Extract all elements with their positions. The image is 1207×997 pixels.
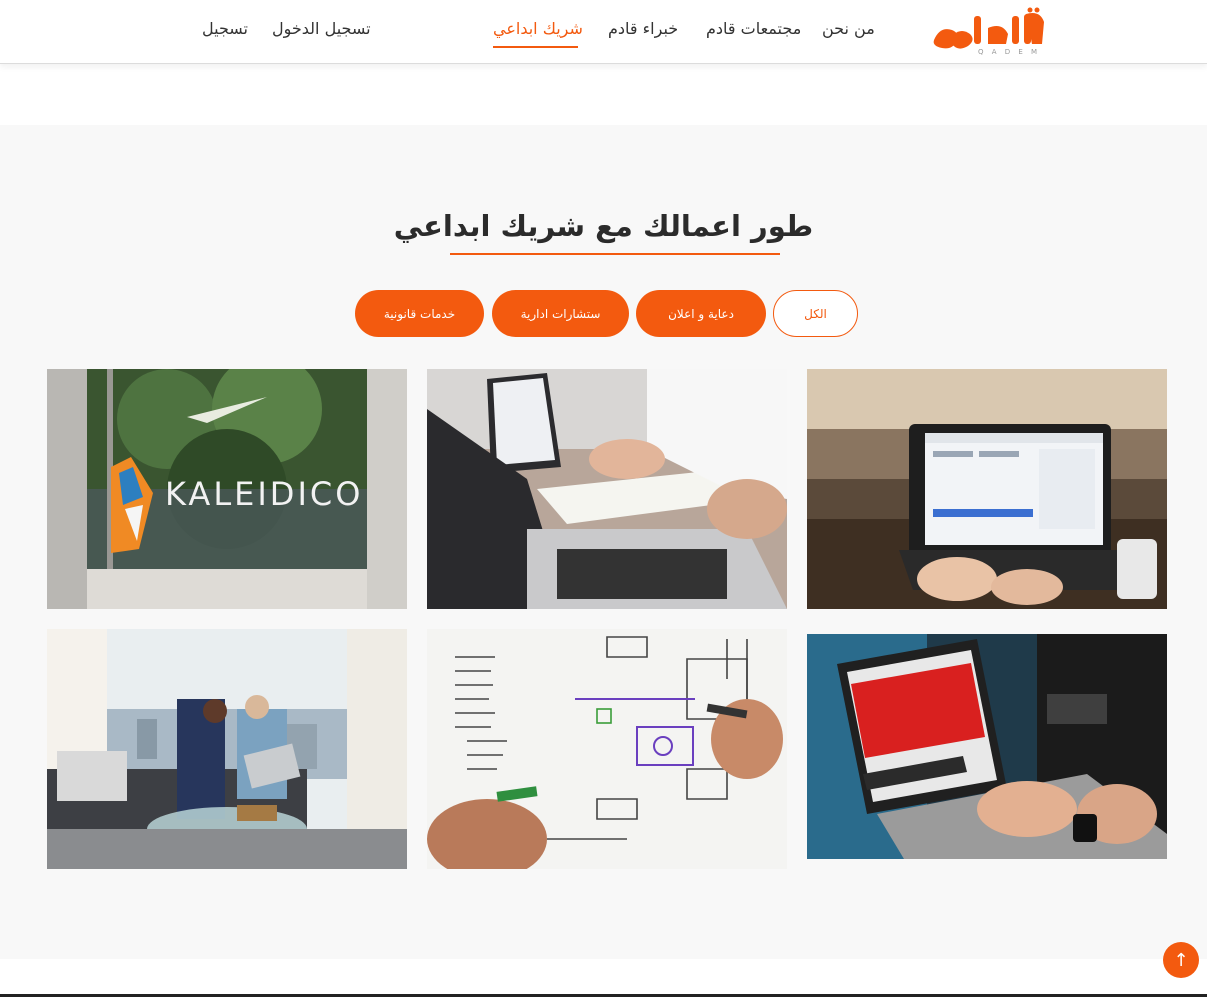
- nav-about[interactable]: من نحن: [822, 19, 875, 38]
- meeting-laptops-notes-photo: [427, 369, 787, 609]
- office-sofa-meeting-photo: [47, 629, 407, 869]
- laptop-red-website-photo: [807, 634, 1167, 859]
- kaleidico-window-sign-photo: KALEIDICO: [47, 369, 407, 609]
- portfolio-card-whiteboard[interactable]: [427, 629, 787, 869]
- register-link[interactable]: تسجيل: [202, 19, 248, 38]
- qadem-logo[interactable]: Q A D E M: [930, 6, 1048, 56]
- filter-consulting-button[interactable]: ستشارات ادارية: [492, 290, 629, 337]
- portfolio-card-office-meeting[interactable]: [47, 629, 407, 869]
- portfolio-card-kaleidico[interactable]: KALEIDICO: [47, 369, 407, 609]
- section-title: طور اعمالك مع شريك ابداعي: [393, 209, 814, 243]
- svg-text:KALEIDICO: KALEIDICO: [165, 475, 363, 513]
- filter-advertising-button[interactable]: دعاية و اعلان: [636, 290, 766, 337]
- filter-all-button[interactable]: الكل: [773, 290, 858, 337]
- portfolio-card-red-website[interactable]: [807, 629, 1167, 859]
- portfolio-card-meeting-laptops[interactable]: [427, 369, 787, 609]
- whiteboard-sketch-photo: [427, 629, 787, 869]
- portfolio-card-laptop-dashboard[interactable]: [807, 369, 1167, 609]
- laptop-dashboard-photo: [807, 369, 1167, 609]
- nav-creative-partner[interactable]: شريك ابداعي: [493, 19, 583, 38]
- login-link[interactable]: تسجيل الدخول: [272, 19, 371, 38]
- filter-legal-button[interactable]: خدمات قانونية: [355, 290, 484, 337]
- top-navbar: Q A D E M من نحن مجتمعات قادم خبراء قادم…: [0, 0, 1207, 64]
- title-underline: [450, 253, 780, 255]
- svg-text:Q A D E M: Q A D E M: [978, 48, 1040, 56]
- scroll-to-top-button[interactable]: ↑: [1163, 942, 1199, 978]
- partners-section: طور اعمالك مع شريك ابداعي الكل دعاية و ا…: [0, 125, 1207, 959]
- arrow-up-icon: ↑: [1173, 949, 1189, 971]
- active-nav-underline: [493, 46, 578, 48]
- nav-experts[interactable]: خبراء قادم: [608, 19, 678, 38]
- nav-communities[interactable]: مجتمعات قادم: [706, 19, 801, 38]
